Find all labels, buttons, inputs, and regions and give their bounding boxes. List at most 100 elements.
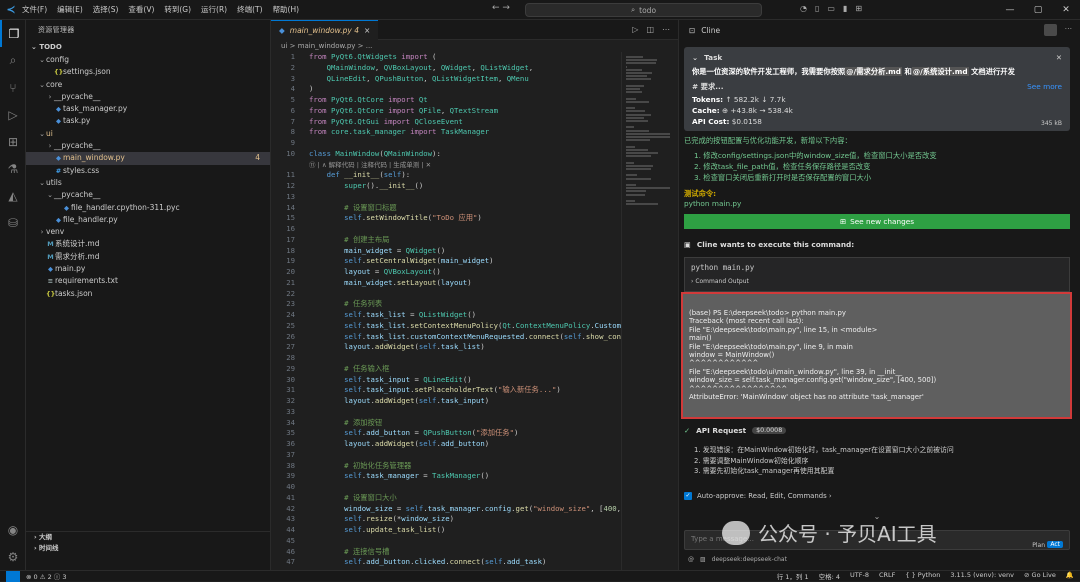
cline-icon[interactable]: ◭ [0,182,26,209]
task-expand-icon[interactable]: ⌄ [692,53,698,62]
problems-count[interactable]: ⊗ 0 ⚠ 2 ⓘ 3 [26,571,67,581]
line-ending[interactable]: CRLF [879,571,895,581]
go-live-button[interactable]: ⊘ Go Live [1024,571,1056,581]
toggle-sidebar-icon[interactable]: ▯ [815,4,819,13]
toggle-panel-icon[interactable]: ▭ [827,4,835,13]
customize-layout-icon[interactable]: ⊞ [855,4,862,13]
indentation[interactable]: 空格: 4 [819,571,840,581]
mention-icon[interactable]: @ [688,556,694,563]
image-icon[interactable]: ▨ [700,556,706,563]
line-number: 1 [290,52,295,61]
source-control-icon[interactable]: ⑂ [0,74,26,101]
see-more-link[interactable]: See more [1027,82,1062,92]
encoding[interactable]: UTF-8 [850,571,869,581]
nav-arrows[interactable]: ← → [492,3,510,13]
chat-input[interactable]: Type a message... Plan Act [684,530,1070,550]
menu-item[interactable]: 选择(S) [93,5,119,14]
menu-item[interactable]: 查看(V) [128,5,154,14]
outline-section[interactable]: › 大纲 [26,532,270,543]
search-icon[interactable]: ⌕ [0,47,26,74]
api-request-row[interactable]: ✓ API Request $0.0008 [684,426,787,435]
model-selector[interactable]: deepseek:deepseek-chat [712,556,787,563]
menu-item[interactable]: 编辑(E) [57,5,83,14]
testing-icon[interactable]: ⚗ [0,155,26,182]
tree-folder[interactable]: ⌄config [26,54,270,66]
search-text: todo [639,5,657,15]
code-text: from PyQt6.QtWidgets import ( [309,52,437,61]
code-lens[interactable]: ⑪ | ∧ 解释代码 | 注释代码 | 生成单测 | ✕ [271,160,621,171]
toggle-secondary-sidebar-icon[interactable]: ▮ [843,4,847,13]
language-mode[interactable]: { } Python [905,571,940,581]
tree-file[interactable]: ◆ file_handler.cpython-311.pyc [26,202,270,214]
more-icon[interactable]: ⋯ [1065,24,1073,36]
plan-toggle[interactable]: Plan [1032,542,1045,549]
see-new-changes-button[interactable]: ⊞ See new changes [684,214,1070,229]
tree-folder[interactable]: ⌄core [26,79,270,91]
timeline-section[interactable]: › 时间线 [26,543,270,554]
auto-approve-checkbox[interactable]: ✓ [684,492,692,500]
menu-item[interactable]: 帮助(H) [273,5,300,14]
tree-folder[interactable]: › __pycache__ [26,140,270,152]
tree-folder[interactable]: › __pycache__ [26,91,270,103]
menu-item[interactable]: 运行(R) [201,5,227,14]
menu-item[interactable]: 转到(G) [164,5,191,14]
menu-item[interactable]: 终端(T) [237,5,262,14]
split-editor-icon[interactable]: ◫ [646,25,654,34]
account-icon[interactable]: ◉ [0,516,26,543]
tree-folder[interactable]: › venv [26,226,270,238]
maximize-icon[interactable]: ▢ [1024,5,1052,15]
python-interpreter[interactable]: 3.11.5 (venv): venv [950,571,1014,581]
diff-icon: ⊞ [839,217,847,226]
tree-file[interactable]: ◆ task.py [26,115,270,127]
scroll-down-icon[interactable]: ⌄ [684,512,1070,522]
tree-file[interactable]: {}settings.json [26,66,270,78]
command-center-search[interactable]: ⌕ todo [525,3,762,17]
run-debug-icon[interactable]: ▷ [0,101,26,128]
remote-icon[interactable] [6,570,20,582]
lock-icon[interactable] [1043,24,1057,36]
code-text: from core.task_manager import TaskManage… [309,127,490,137]
tree-folder[interactable]: ⌄utils [26,177,270,189]
close-task-icon[interactable]: ✕ [1056,53,1062,62]
pyc-file-icon: ◆ [64,203,69,212]
settings-gear-icon[interactable]: ⚙ [0,543,26,570]
minimap[interactable] [621,52,678,570]
tree-file[interactable]: ◆ file_handler.py [26,214,270,226]
auto-approve-row[interactable]: ✓ Auto-approve: Read, Edit, Commands › [684,492,832,500]
explorer-icon[interactable]: ❐ [0,20,26,47]
act-toggle[interactable]: Act [1047,541,1063,548]
more-actions-icon[interactable]: ⋯ [662,25,670,34]
workspace-root[interactable]: ⌄ TODO [26,40,270,54]
run-file-icon[interactable]: ▷ [632,25,638,34]
notifications-icon[interactable]: 🔔 [1066,571,1074,581]
tree-folder[interactable]: ⌄__pycache__ [26,189,270,201]
code-line: 42 window_size = self.task_manager.confi… [271,504,621,515]
tree-file[interactable]: ≡ requirements.txt [26,275,270,287]
command-output-toggle[interactable]: › Command Output [691,278,1063,285]
tree-file[interactable]: ◆ main_window.py 4 [26,152,270,165]
copilot-icon[interactable]: ◔ [800,4,807,13]
tree-file[interactable]: ◆ task_manager.py [26,103,270,115]
tree-file[interactable]: M需求分析.md [26,251,270,263]
close-icon[interactable]: ✕ [1052,5,1080,15]
tree-file[interactable]: M系统设计.md [26,238,270,250]
tree-folder[interactable]: ⌄ui [26,128,270,140]
output-line: window = MainWindow() [689,351,775,360]
extensions-icon[interactable]: ⊞ [0,128,26,155]
breadcrumb[interactable]: ui > main_window.py > ... [271,40,678,52]
tab-main-window[interactable]: ◆ main_window.py 4 × [271,20,379,41]
tree-file[interactable]: # styles.css [26,165,270,177]
code-line: 13 [271,192,621,203]
menu-item[interactable]: 文件(F) [22,5,47,14]
cursor-position[interactable]: 行 1，列 1 [777,571,809,581]
code-line: 6 from PyQt6.QtCore import QFile, QTextSt… [271,106,621,117]
close-tab-icon[interactable]: × [364,21,370,41]
file-mention-1[interactable]: @/需求分析.md [845,67,902,76]
file-mention-2[interactable]: @/系统设计.md [911,67,969,76]
code-area[interactable]: 1 from PyQt6.QtWidgets import (2 QMainWin… [271,52,621,570]
tree-file[interactable]: ◆ main.py [26,263,270,275]
menu-bar: 文件(F) 编辑(E) 选择(S) 查看(V) 转到(G) 运行(R) 终端(T) 帮助(H) [22,4,309,15]
tree-file[interactable]: {}tasks.json [26,288,270,300]
minimize-icon[interactable]: — [996,5,1024,15]
database-icon[interactable]: ⛁ [0,209,26,236]
